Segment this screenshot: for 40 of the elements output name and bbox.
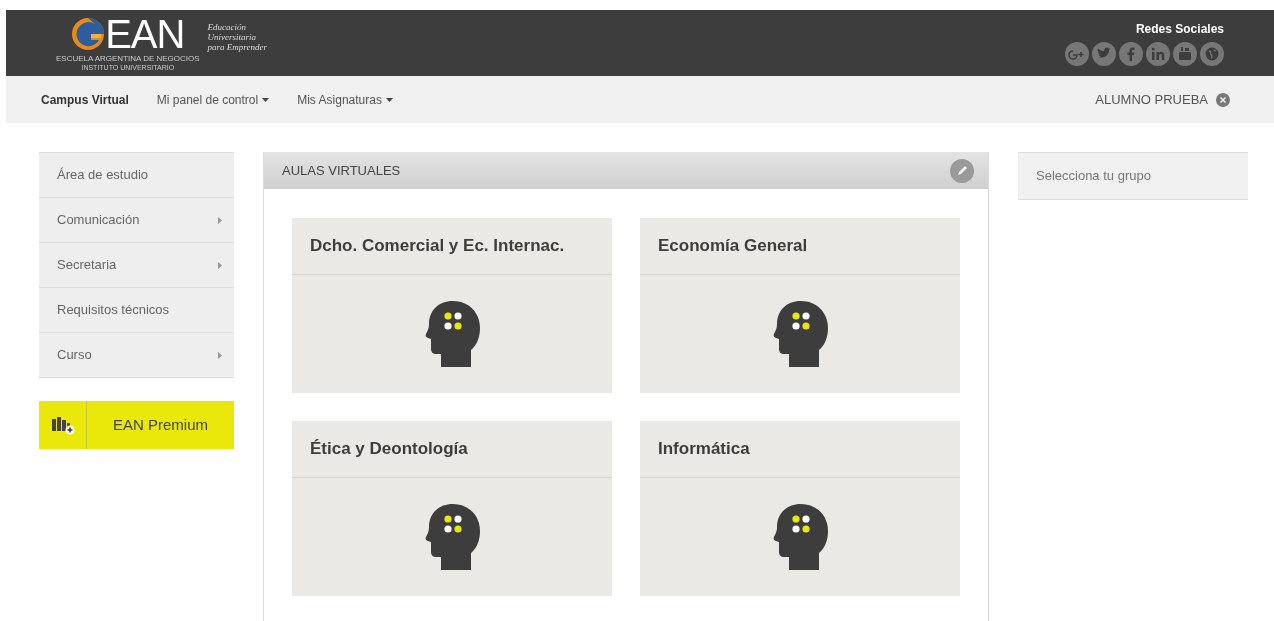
head-icon <box>771 503 829 571</box>
facebook-icon[interactable] <box>1119 42 1143 66</box>
course-title: Ética y Deontología <box>310 438 468 461</box>
sidebar-item[interactable]: Área de estudio <box>39 153 234 198</box>
course-card[interactable]: Ética y Deontología <box>292 421 612 596</box>
user-name[interactable]: ALUMNO PRUEBA <box>1095 89 1208 110</box>
logo-tagline: para Emprender <box>207 42 267 52</box>
nav-link[interactable]: Mis Asignaturas <box>297 90 393 109</box>
sidebar-item[interactable]: Secretaria <box>39 243 234 288</box>
premium-button[interactable]: EAN Premium <box>39 401 234 449</box>
course-card[interactable]: Informática <box>640 421 960 596</box>
sidebar-item[interactable]: Comunicación <box>39 198 234 243</box>
globe-icon <box>71 16 106 52</box>
head-icon <box>771 300 829 368</box>
course-title: Informática <box>658 438 750 461</box>
linkedin-icon[interactable] <box>1146 42 1170 66</box>
course-card[interactable]: Dcho. Comercial y Ec. Internac. <box>292 218 612 393</box>
group-selector[interactable]: Selecciona tu grupo <box>1018 152 1248 200</box>
course-card[interactable]: Economía General <box>640 218 960 393</box>
course-title: Dcho. Comercial y Ec. Internac. <box>310 235 565 258</box>
head-icon <box>423 503 481 571</box>
course-title: Economía General <box>658 235 808 258</box>
sidebar-item[interactable]: Requisitos técnicos <box>39 288 234 333</box>
logo-subtitle: ESCUELA ARGENTINA DE NEGOCIOS <box>56 54 200 63</box>
panel-title: AULAS VIRTUALES <box>282 161 401 180</box>
youtube-icon[interactable] <box>1173 42 1197 66</box>
head-icon <box>423 300 481 368</box>
sidebar-item[interactable]: Curso <box>39 333 234 378</box>
nav-link[interactable]: Campus Virtual <box>41 90 129 109</box>
globe-icon[interactable] <box>1200 42 1224 66</box>
logo-tagline: Universitaria <box>207 32 258 42</box>
books-plus-icon <box>50 415 75 435</box>
logo-wordmark: EAN <box>105 14 185 54</box>
logo-tagline: Educación <box>207 22 248 32</box>
close-icon[interactable] <box>1216 92 1230 107</box>
googleplus-icon[interactable] <box>1065 42 1089 66</box>
nav-link[interactable]: Mi panel de control <box>156 90 270 109</box>
social-heading: Redes Sociales <box>1135 21 1224 38</box>
twitter-icon[interactable] <box>1092 42 1116 66</box>
pencil-icon[interactable] <box>950 158 974 183</box>
